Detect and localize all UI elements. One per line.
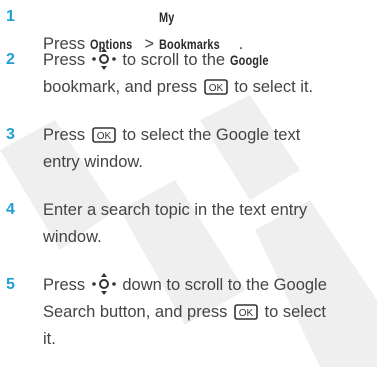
step-text-segment: to select it. [229, 78, 314, 96]
step-text-segment: window. [43, 228, 102, 246]
step-text: Press OK to select the Google text entry… [43, 122, 375, 176]
navigation-key-icon [91, 48, 116, 71]
step-text-segment: bookmark, and press [43, 78, 202, 96]
google-bookmark-label: Google [229, 52, 269, 68]
ok-key-label: OK [208, 83, 223, 94]
step-number: 3 [6, 126, 15, 143]
ok-key-label: OK [239, 308, 254, 319]
step-number: 2 [6, 51, 15, 68]
step-number: 5 [6, 276, 15, 293]
ok-key-icon: OK [234, 303, 258, 320]
step-text-segment: it. [43, 330, 56, 348]
step-text-segment: to scroll to the [117, 51, 230, 69]
ok-key-label: OK [97, 131, 112, 142]
step-number: 4 [6, 201, 15, 218]
step-text-segment: Press [43, 126, 90, 144]
step-text-segment: entry window. [43, 153, 143, 171]
step-number: 1 [6, 8, 15, 25]
navigation-key-icon [91, 273, 116, 296]
ok-key-icon: OK [91, 126, 116, 143]
step-text-segment: to select the Google text [117, 126, 301, 144]
step-text-segment: to select [259, 303, 326, 321]
step-text: Enter a search topic in the text entry w… [43, 197, 375, 251]
step-text-segment: Press [43, 276, 90, 294]
step-text: Press down to scroll to the Google Searc… [43, 272, 375, 353]
step-text-segment: Search button, and press [43, 303, 232, 321]
step-text-segment: Enter a search topic in the text entry [43, 201, 308, 219]
step-text-segment: down to scroll to the Google [117, 276, 327, 294]
step-text: Press to scroll to the Google bookmark, … [43, 47, 375, 101]
step-text-segment: Press [43, 51, 90, 69]
ok-key-icon: OK [203, 78, 228, 95]
